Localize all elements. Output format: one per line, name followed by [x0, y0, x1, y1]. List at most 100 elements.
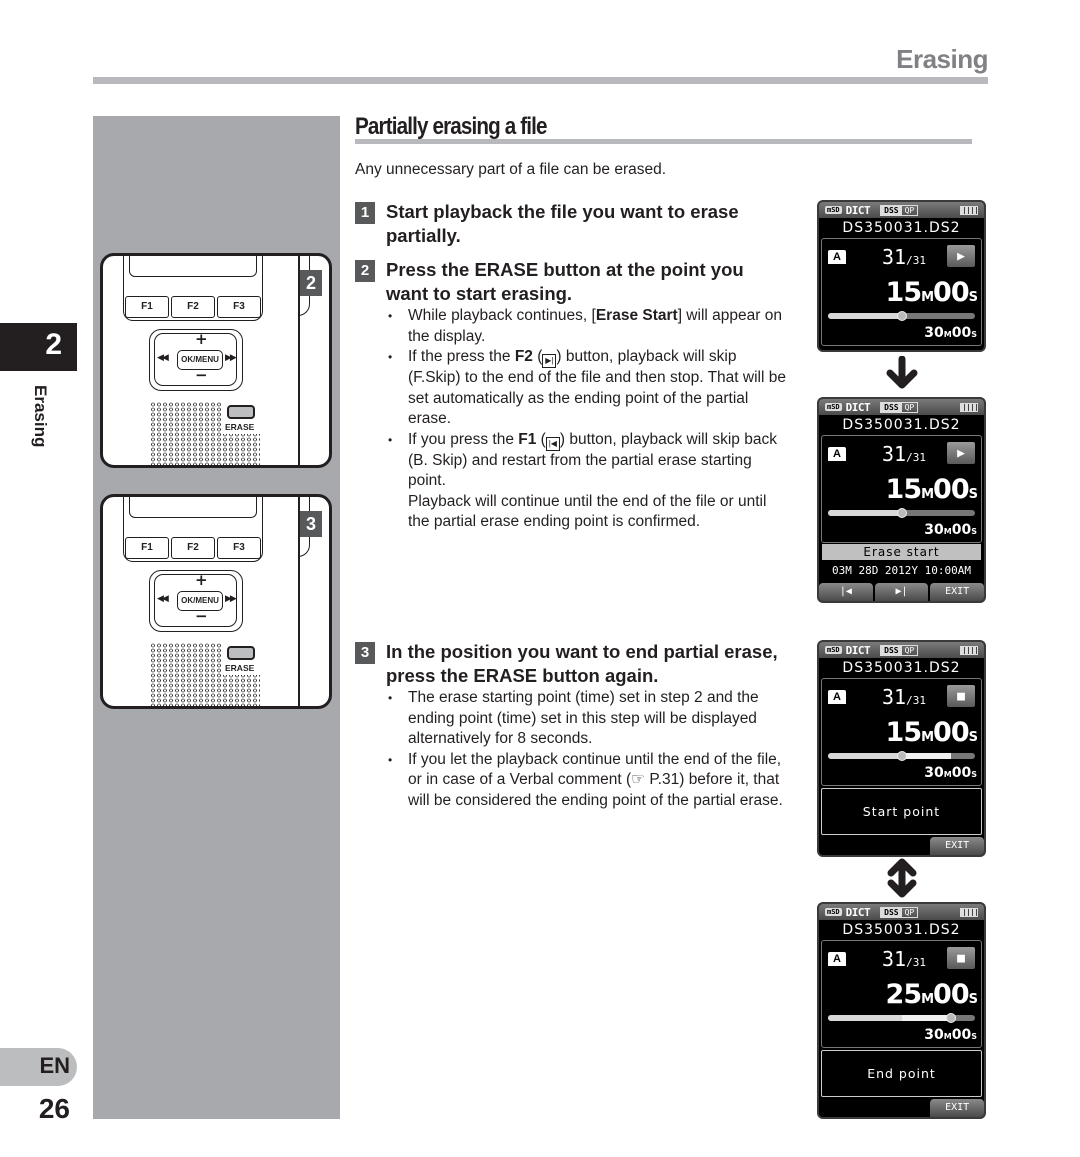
minutes-unit: M: [943, 527, 952, 536]
progress-knob: [896, 311, 907, 321]
step-2: 2 Press the ERASE button at the point yo…: [355, 258, 790, 533]
file-counter: 31/31: [882, 685, 926, 709]
elapsed-time: 15M00S: [885, 277, 979, 308]
quality-label: QP: [904, 645, 915, 655]
rewind-icon: ◀◀: [157, 594, 169, 604]
elapsed-time: 15M00S: [885, 474, 979, 505]
erase-segment: [901, 1015, 952, 1021]
dictation-mode: DICT: [845, 905, 871, 919]
seconds-unit: S: [971, 330, 977, 339]
file-total: /31: [906, 451, 926, 464]
file-total: /31: [906, 254, 926, 267]
sd-card-icon: mSD: [825, 908, 842, 916]
skip-back-softkey: |◀: [819, 583, 873, 601]
quality-label: QP: [904, 907, 915, 917]
progress-knob: [946, 1013, 957, 1023]
total-time: 30M00S: [924, 765, 977, 781]
skip-forward-icon: ▶|: [542, 354, 557, 368]
step-badge: 2: [300, 270, 322, 296]
file-index: 31: [882, 685, 907, 709]
seconds-unit: S: [968, 487, 978, 502]
elapsed-minutes: 15: [885, 474, 923, 505]
play-icon: ▶: [947, 245, 975, 267]
bold-text: Erase Start: [595, 307, 678, 324]
recording-date: 03M 28D 2012Y 10:00AM: [831, 564, 972, 577]
erase-key-label: ERASE: [224, 422, 256, 432]
seconds-unit: S: [968, 730, 978, 745]
folder-icon: A: [828, 952, 846, 966]
battery-icon: [960, 645, 978, 655]
elapsed-seconds: 00: [933, 979, 970, 1010]
file-index: 31: [882, 245, 907, 269]
format-label: DSS: [881, 205, 902, 215]
step-heading: In the position you want to end partial …: [386, 640, 790, 687]
step-bullets: The erase starting point (time) set in s…: [388, 688, 790, 811]
function-keys: F1 F2 F3: [124, 296, 262, 318]
filename: DS350031.DS2: [842, 922, 961, 938]
progress-bar: [828, 311, 975, 321]
stop-icon: ■: [947, 685, 975, 707]
softkey-bar: EXIT: [819, 1099, 984, 1117]
text: While playback continues, [: [408, 307, 596, 324]
device-screen: [129, 497, 257, 518]
bold-text: F2: [514, 348, 533, 365]
section-rule: [355, 139, 972, 144]
softkey-bar: EXIT: [819, 837, 984, 855]
format-indicator: DSS QP: [880, 644, 919, 656]
elapsed-minutes: 25: [885, 979, 923, 1010]
device-display-3: mSD DICT DSS QP DS350031.DS2 A 31/31 ■ 15M00S 30M…: [817, 640, 986, 857]
sd-card-icon: mSD: [825, 646, 842, 654]
seconds-unit: S: [968, 992, 978, 1007]
section-title: Partially erasing a file: [355, 113, 547, 140]
progress-fill: [828, 753, 902, 759]
file-counter: 31/31: [882, 245, 926, 269]
progress-fill: [828, 313, 902, 319]
point-message: End point: [821, 1050, 982, 1097]
minutes-unit: M: [943, 330, 952, 339]
minutes-unit: M: [921, 992, 934, 1007]
plus-icon: +: [195, 571, 208, 589]
step-badge: 3: [300, 511, 322, 537]
file-index: 31: [882, 947, 907, 971]
text: If the press the: [408, 348, 515, 365]
bullet-item: If you let the playback continue until t…: [388, 750, 790, 812]
progress-bar: [828, 751, 975, 761]
page-number: 26: [38, 1093, 70, 1124]
heading-text: Press the: [386, 259, 475, 280]
playback-panel: A 31/31 ▶ 15M00S 30M00S: [821, 238, 982, 346]
status-bar: mSD DICT DSS QP: [819, 642, 984, 658]
bold-text: F1: [518, 430, 537, 448]
f2-key: F2: [171, 296, 215, 318]
empty-softkey: [875, 1099, 929, 1117]
elapsed-seconds: 00: [933, 474, 970, 505]
playback-panel: A 31/31 ■ 15M00S 30M00S: [821, 678, 982, 786]
elapsed-minutes: 15: [885, 277, 923, 308]
softkey-bar: |◀ ▶| EXIT: [819, 583, 984, 601]
elapsed-seconds: 00: [933, 717, 970, 748]
bullet-item: If the press the F2 (▶|) button, playbac…: [388, 347, 790, 430]
total-seconds: 00: [951, 325, 972, 341]
exit-softkey: EXIT: [930, 837, 984, 855]
battery-icon: [960, 205, 978, 215]
format-indicator: DSS QP: [880, 906, 919, 918]
fast-forward-icon: ▶▶: [225, 594, 237, 604]
step-bullets: While playback continues, [Erase Start] …: [388, 306, 790, 533]
arrow-up-down-icon: [882, 856, 922, 906]
quality-label: QP: [904, 402, 915, 412]
progress-knob: [896, 508, 907, 518]
elapsed-time: 15M00S: [886, 717, 979, 748]
playback-panel: A 31/31 ■ 25M00S 30M00S: [821, 940, 982, 1048]
device-illustration-step-3: F1 F2 F3 3 + − ◀◀ ▶▶ OK/MENU ERASE: [100, 494, 332, 709]
device-display-4: mSD DICT DSS QP DS350031.DS2 A 31/31 ■ 25M00S 30M…: [817, 902, 986, 1119]
total-minutes: 30: [924, 325, 944, 341]
status-bar: mSD DICT DSS QP: [819, 202, 984, 218]
total-time: 30M00S: [924, 325, 977, 341]
device-screen: [129, 256, 257, 277]
elapsed-time: 25M00S: [885, 979, 979, 1010]
status-bar: mSD DICT DSS QP: [819, 904, 984, 920]
file-counter: 31/31: [882, 442, 926, 466]
stop-icon: ■: [947, 947, 975, 969]
section-intro: Any unnecessary part of a file can be er…: [355, 161, 667, 178]
file-index: 31: [882, 442, 907, 466]
file-counter: 31/31: [882, 947, 926, 971]
